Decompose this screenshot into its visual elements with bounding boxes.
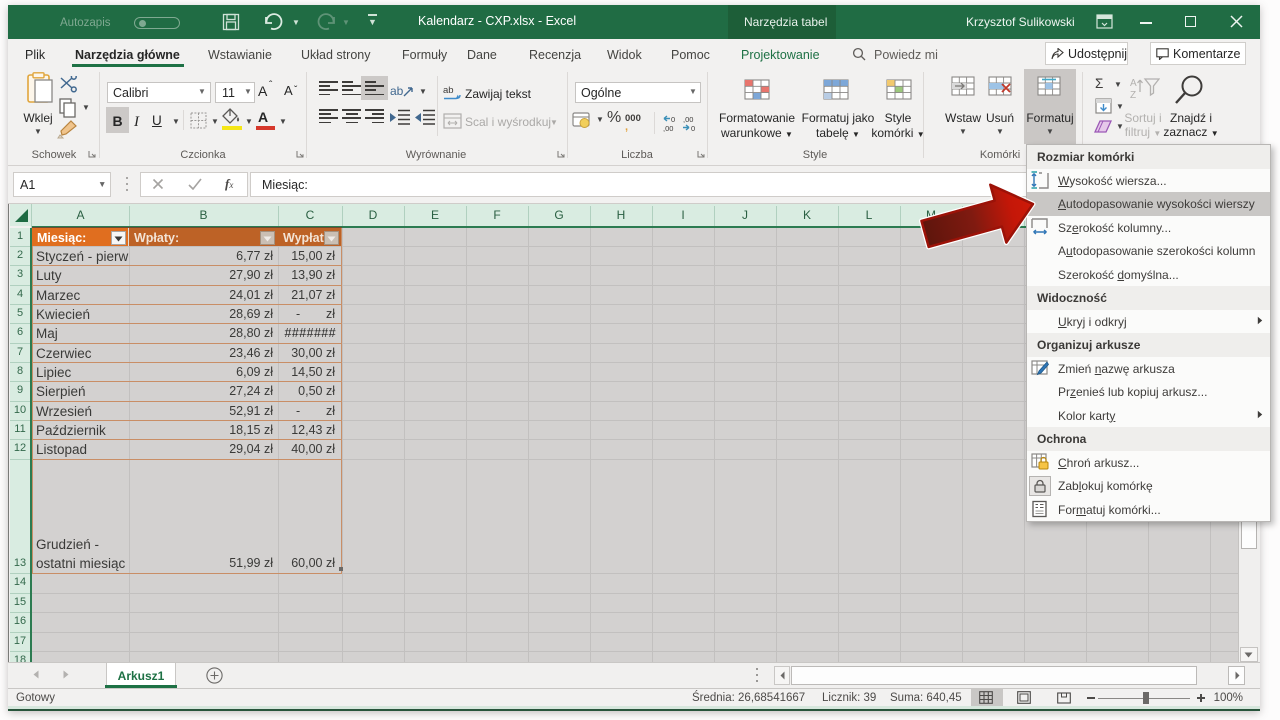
- svg-text:A: A: [1130, 78, 1137, 89]
- svg-text:,00: ,00: [663, 124, 673, 132]
- svg-text:ab: ab: [443, 85, 454, 96]
- svg-text:0: 0: [671, 115, 675, 124]
- svg-text:Z: Z: [1130, 90, 1136, 100]
- svg-text:,00: ,00: [683, 115, 693, 124]
- svg-text:ab: ab: [390, 84, 404, 98]
- svg-text:0: 0: [691, 124, 695, 132]
